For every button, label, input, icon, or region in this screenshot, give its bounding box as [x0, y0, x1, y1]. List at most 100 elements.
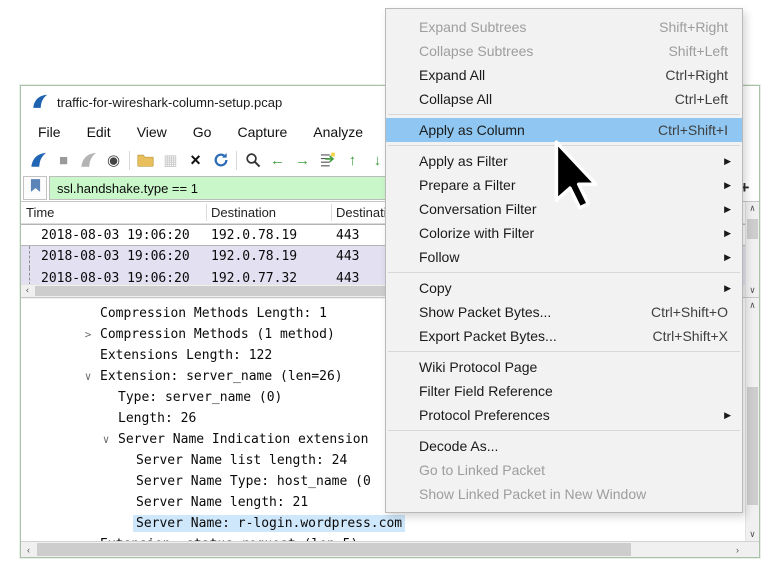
menubar-item-file[interactable]: File	[25, 124, 74, 140]
save-file-icon: ▦	[158, 148, 183, 172]
cell-destination: 192.0.78.19	[211, 228, 297, 243]
tree-line[interactable]: Server Name: r-login.wordpress.com	[21, 513, 745, 534]
tree-collapsed-icon[interactable]: >	[79, 328, 97, 341]
submenu-arrow-icon: ▶	[724, 252, 731, 263]
find-packet-icon[interactable]	[240, 148, 265, 172]
packet-list-vscrollbar[interactable]: ∧ ∨	[745, 202, 759, 297]
menu-item-label: Expand All	[419, 67, 665, 83]
menu-item-collapse-all[interactable]: Collapse AllCtrl+Left	[386, 87, 742, 111]
submenu-arrow-icon: ▶	[724, 156, 731, 167]
capture-options-icon[interactable]: ◉	[101, 148, 126, 172]
menu-item-filter-field-reference[interactable]: Filter Field Reference	[386, 379, 742, 403]
menu-item-label: Colorize with Filter	[419, 225, 728, 241]
menubar-item-view[interactable]: View	[124, 124, 180, 140]
toolbar-separator	[236, 151, 237, 170]
reload-icon[interactable]	[208, 148, 233, 172]
open-file-icon[interactable]	[133, 148, 158, 172]
vscroll-thumb[interactable]	[747, 219, 758, 239]
scroll-left-button[interactable]: ‹	[21, 285, 34, 297]
column-header-destination[interactable]: Destination	[211, 205, 276, 220]
submenu-arrow-icon: ▶	[724, 204, 731, 215]
menu-item-label: Go to Linked Packet	[419, 462, 728, 478]
tree-line-label: Type: server_name (0)	[115, 389, 285, 406]
menu-item-label: Apply as Column	[419, 122, 658, 138]
details-hscrollbar[interactable]: ‹ ›	[21, 541, 759, 557]
start-capture-icon[interactable]	[26, 148, 51, 172]
menu-item-label: Apply as Filter	[419, 153, 728, 169]
stop-capture-icon: ■	[51, 148, 76, 172]
menu-item-show-linked-packet-in-new-window: Show Linked Packet in New Window	[386, 482, 742, 506]
related-packet-marker	[29, 246, 30, 268]
menu-separator	[388, 145, 740, 146]
menu-item-prepare-a-filter[interactable]: Prepare a Filter▶	[386, 173, 742, 197]
menu-item-expand-all[interactable]: Expand AllCtrl+Right	[386, 63, 742, 87]
menu-item-collapse-subtrees: Collapse SubtreesShift+Left	[386, 39, 742, 63]
cell-destination: 192.0.77.32	[211, 271, 297, 284]
scroll-left-button[interactable]: ‹	[21, 542, 36, 557]
go-to-packet-icon[interactable]	[315, 148, 340, 172]
menu-item-label: Collapse All	[419, 91, 675, 107]
menu-item-shortcut: Ctrl+Shift+I	[658, 122, 728, 138]
submenu-arrow-icon: ▶	[724, 180, 731, 191]
tree-expanded-icon[interactable]: ∨	[79, 370, 97, 383]
column-divider[interactable]	[206, 204, 207, 221]
display-filter-value: ssl.handshake.type == 1	[57, 181, 198, 196]
toolbar-separator	[129, 151, 130, 170]
menu-separator	[388, 430, 740, 431]
cell-time: 2018-08-03 19:06:20	[41, 271, 190, 284]
menu-item-protocol-preferences[interactable]: Protocol Preferences▶	[386, 403, 742, 427]
screenshot-canvas: traffic-for-wireshark-column-setup.pcap …	[0, 0, 768, 563]
tree-line-label: Server Name length: 21	[133, 494, 311, 511]
menu-item-label: Prepare a Filter	[419, 177, 728, 193]
scroll-right-button[interactable]: ›	[730, 542, 745, 557]
tree-expanded-icon[interactable]: ∨	[97, 433, 115, 446]
scroll-up-button[interactable]: ∧	[746, 202, 759, 215]
menu-item-label: Filter Field Reference	[419, 383, 728, 399]
cell-destination-port: 443	[336, 271, 359, 284]
menu-item-label: Decode As...	[419, 438, 728, 454]
menu-item-apply-as-filter[interactable]: Apply as Filter▶	[386, 149, 742, 173]
menu-item-decode-as[interactable]: Decode As...	[386, 434, 742, 458]
first-packet-icon[interactable]: ↑	[340, 148, 365, 172]
filter-bookmark-button[interactable]	[23, 176, 47, 200]
go-forward-icon[interactable]: →	[290, 148, 315, 172]
column-divider[interactable]	[331, 204, 332, 221]
menu-item-shortcut: Ctrl+Left	[675, 91, 728, 107]
menubar-item-capture[interactable]: Capture	[224, 124, 300, 140]
scroll-down-button[interactable]: ∨	[746, 284, 759, 297]
menubar-item-go[interactable]: Go	[180, 124, 225, 140]
column-header-time[interactable]: Time	[26, 205, 54, 220]
menu-item-apply-as-column[interactable]: Apply as ColumnCtrl+Shift+I	[386, 118, 742, 142]
tree-line[interactable]: >Extension: status_request (len=5)	[21, 534, 745, 541]
menu-item-label: Expand Subtrees	[419, 19, 659, 35]
tree-line-label: Compression Methods (1 method)	[97, 326, 338, 343]
menu-item-label: Wiki Protocol Page	[419, 359, 728, 375]
cell-destination-port: 443	[336, 249, 359, 264]
tree-line-label: Server Name Indication extension	[115, 431, 371, 448]
cell-time: 2018-08-03 19:06:20	[41, 228, 190, 243]
submenu-arrow-icon: ▶	[724, 283, 731, 294]
scroll-up-button[interactable]: ∧	[746, 299, 759, 312]
menu-item-follow[interactable]: Follow▶	[386, 245, 742, 269]
menu-item-wiki-protocol-page[interactable]: Wiki Protocol Page	[386, 355, 742, 379]
menu-item-copy[interactable]: Copy▶	[386, 276, 742, 300]
hscroll-thumb[interactable]	[37, 543, 631, 556]
menu-item-export-packet-bytes[interactable]: Export Packet Bytes...Ctrl+Shift+X	[386, 324, 742, 348]
wireshark-logo-icon	[31, 93, 49, 113]
menu-item-colorize-with-filter[interactable]: Colorize with Filter▶	[386, 221, 742, 245]
details-vscrollbar[interactable]: ∧ ∨	[745, 299, 759, 541]
cell-destination: 192.0.78.19	[211, 249, 297, 264]
menubar-item-analyze[interactable]: Analyze	[300, 124, 376, 140]
menubar-item-edit[interactable]: Edit	[74, 124, 124, 140]
menu-item-conversation-filter[interactable]: Conversation Filter▶	[386, 197, 742, 221]
tree-line-label: Length: 26	[115, 410, 199, 427]
restart-capture-icon	[76, 148, 101, 172]
close-file-icon[interactable]: ×	[183, 148, 208, 172]
menu-item-show-packet-bytes[interactable]: Show Packet Bytes...Ctrl+Shift+O	[386, 300, 742, 324]
go-back-icon[interactable]: ←	[265, 148, 290, 172]
vscroll-thumb[interactable]	[747, 387, 758, 505]
menu-item-label: Collapse Subtrees	[419, 43, 668, 59]
scroll-down-button[interactable]: ∨	[746, 528, 759, 541]
cell-time: 2018-08-03 19:06:20	[41, 249, 190, 264]
menu-item-shortcut: Ctrl+Shift+O	[651, 304, 728, 320]
